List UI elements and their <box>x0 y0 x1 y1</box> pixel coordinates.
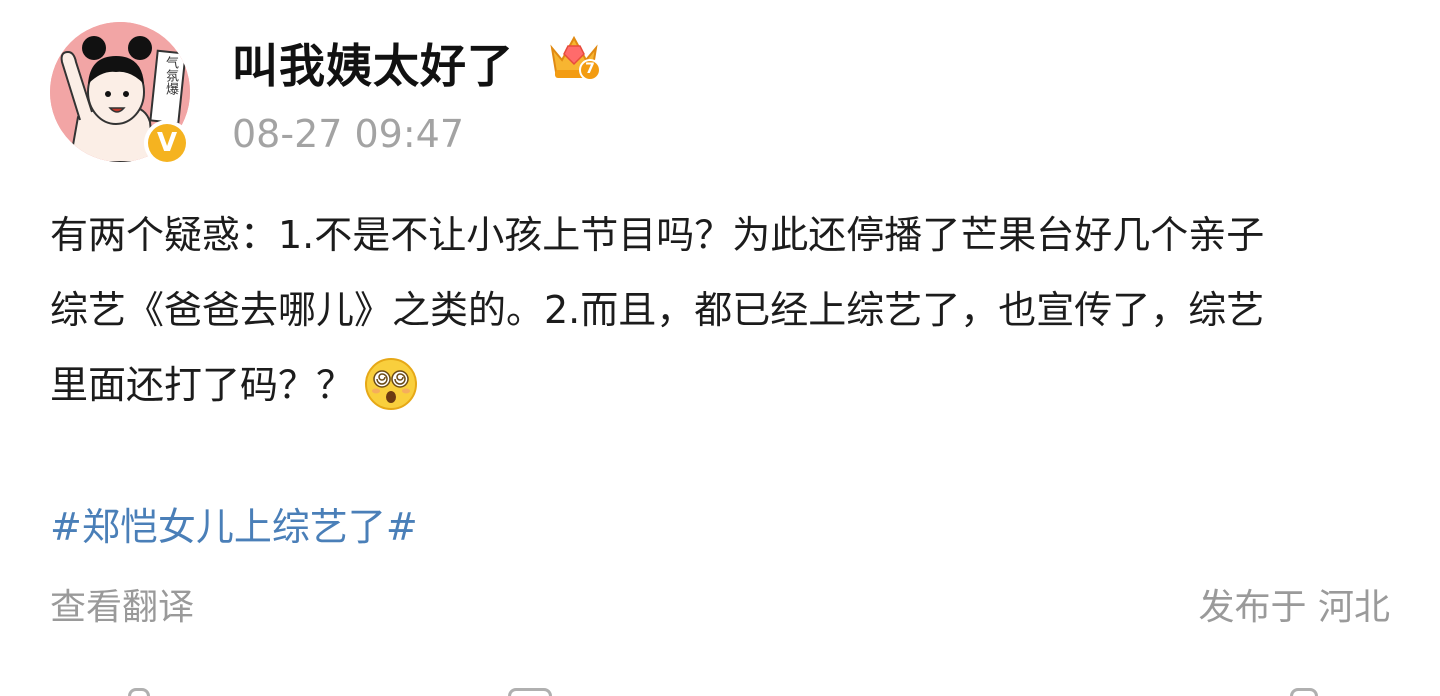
translate-button[interactable]: 查看翻译 <box>50 578 194 630</box>
verified-badge: V <box>144 120 190 166</box>
verified-icon: V <box>148 124 186 162</box>
post-text-line-last: 里面还打了码？？ <box>50 348 1395 423</box>
bottom-action-bar <box>0 680 1440 696</box>
post-content: 有两个疑惑：1.不是不让小孩上节目吗？为此还停播了芒果台好几个亲子 综艺《爸爸去… <box>50 198 1395 423</box>
dizzy-face-emoji-icon <box>364 357 418 411</box>
weibo-post: 气氛爆 V 叫我姨太好了 7 08-27 09:47 有两个疑惑：1.不是不让小… <box>0 0 1440 696</box>
post-text-line: 里面还打了码？？ <box>50 363 355 407</box>
vip-level: 7 <box>585 61 595 77</box>
post-timestamp: 08-27 09:47 <box>232 112 465 156</box>
username[interactable]: 叫我姨太好了 <box>232 30 514 96</box>
topic-hashtag-link[interactable]: #郑恺女儿上综艺了# <box>50 496 418 551</box>
repost-icon[interactable] <box>128 688 150 696</box>
post-location: 发布于 河北 <box>1198 587 1390 628</box>
vip-crown-icon[interactable]: 7 <box>546 32 602 82</box>
like-icon[interactable] <box>1290 688 1318 696</box>
post-text-line: 有两个疑惑：1.不是不让小孩上节目吗？为此还停播了芒果台好几个亲子 <box>50 213 1265 257</box>
avatar-sign-text: 气氛爆 <box>163 56 178 95</box>
post-text-line: 综艺《爸爸去哪儿》之类的。2.而且，都已经上综艺了，也宣传了，综艺 <box>50 288 1265 332</box>
comment-icon[interactable] <box>508 688 552 696</box>
